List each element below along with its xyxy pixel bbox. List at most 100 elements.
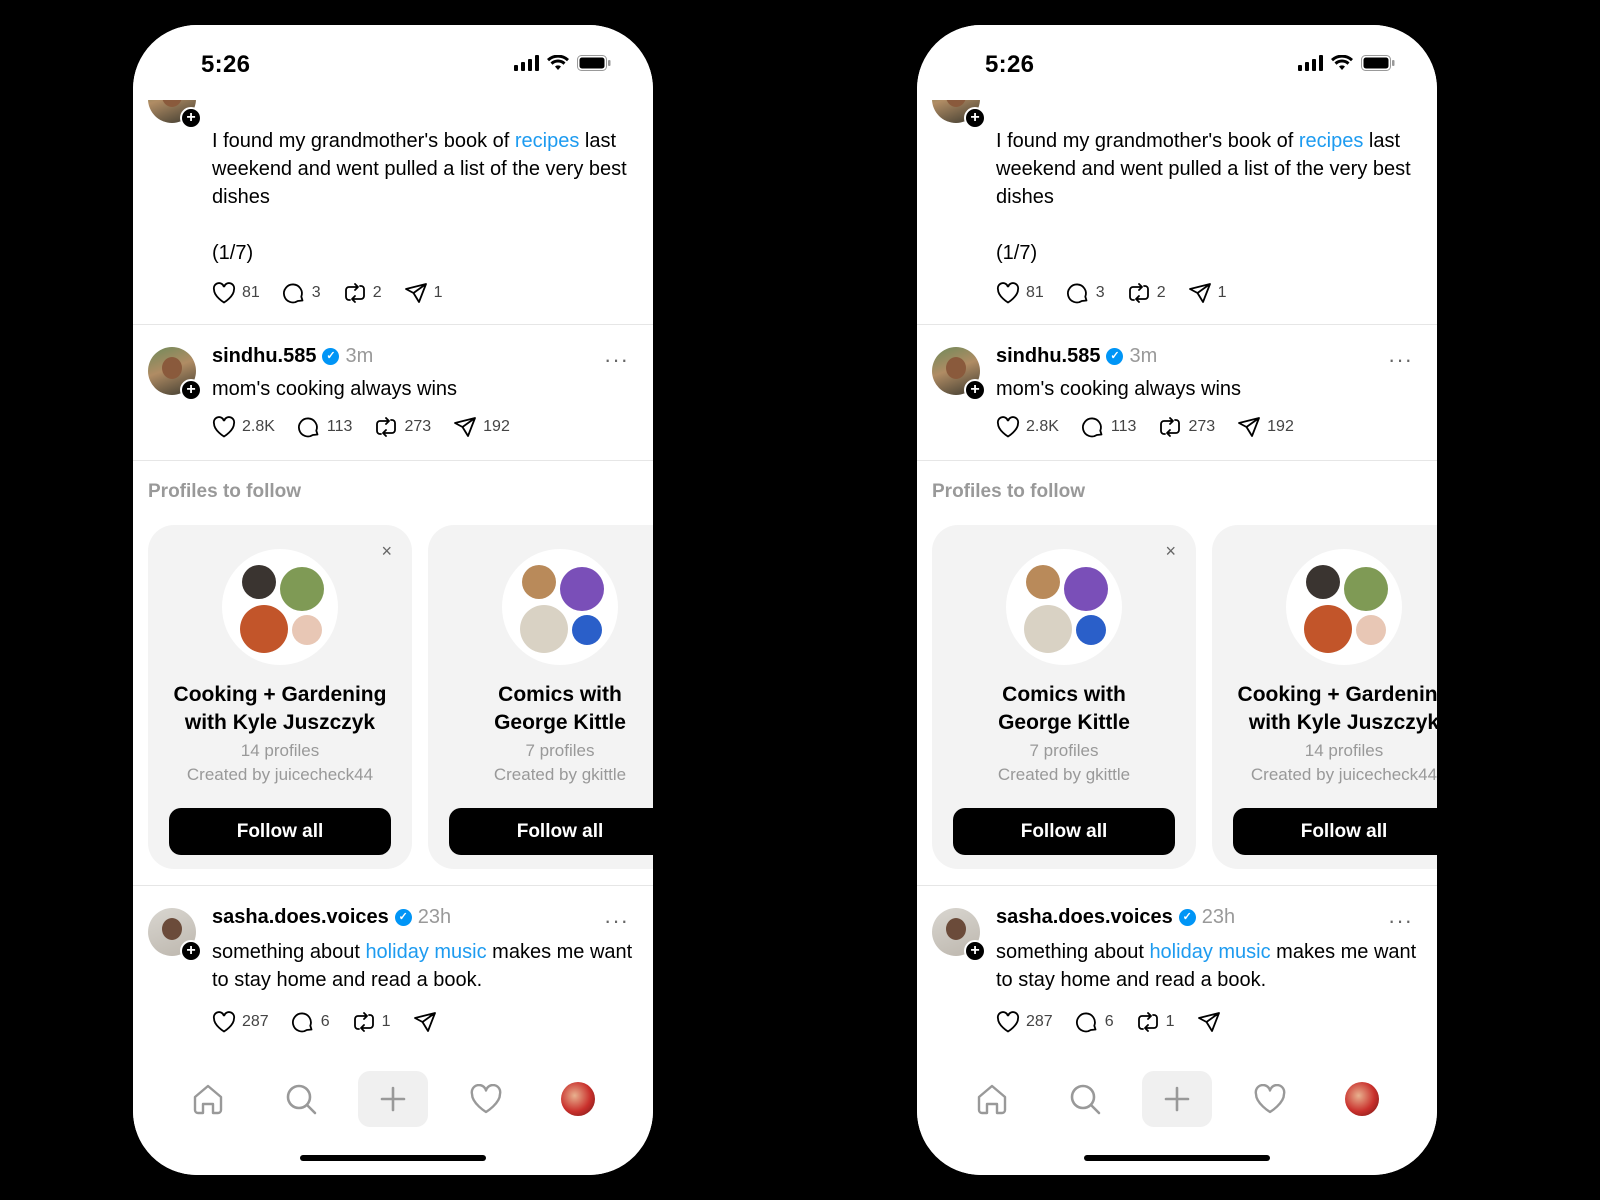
reply-button[interactable]: 3: [282, 281, 321, 305]
share-button[interactable]: 192: [1237, 415, 1294, 439]
share-button[interactable]: [1197, 1010, 1221, 1034]
wifi-icon: [1331, 55, 1353, 71]
username[interactable]: sasha.does.voices: [212, 906, 389, 929]
thread-post[interactable]: + sindhu.585 ✓ 3m ··· mom's cooking alwa…: [917, 325, 1437, 461]
post-actions: 287 6 1: [996, 1010, 1243, 1034]
topic-link[interactable]: holiday music: [365, 941, 486, 963]
profile-pack-card-comics[interactable]: Comics with George Kittle 7 profiles Crea…: [428, 525, 653, 869]
home-indicator[interactable]: [1084, 1155, 1270, 1161]
more-options-icon[interactable]: ···: [604, 908, 629, 934]
follow-all-button[interactable]: Follow all: [1233, 808, 1437, 855]
reply-button[interactable]: 6: [1075, 1010, 1114, 1034]
reply-button[interactable]: 113: [297, 415, 352, 439]
username[interactable]: sindhu.585: [212, 345, 316, 368]
repost-button[interactable]: 273: [1158, 415, 1215, 439]
home-indicator[interactable]: [300, 1155, 486, 1161]
tab-home[interactable]: [957, 1071, 1027, 1127]
follow-plus-icon[interactable]: +: [180, 379, 202, 401]
topic-link[interactable]: recipes: [1299, 130, 1363, 152]
follow-plus-icon[interactable]: +: [964, 940, 986, 962]
share-button[interactable]: 1: [1188, 281, 1227, 305]
reply-icon: [1081, 417, 1103, 438]
feed[interactable]: + I found my grandmother's book of recip…: [917, 75, 1437, 1054]
repost-button[interactable]: 273: [374, 415, 431, 439]
like-button[interactable]: 81: [212, 282, 260, 304]
tab-activity[interactable]: [451, 1071, 521, 1127]
thread-post[interactable]: + sindhu.585 ✓ 3m ··· mom's cooking alwa…: [133, 325, 653, 461]
topic-link[interactable]: holiday music: [1149, 941, 1270, 963]
tab-activity[interactable]: [1235, 1071, 1305, 1127]
card-title-line: Cooking + Gardening: [173, 683, 387, 706]
repost-button[interactable]: 1: [1136, 1010, 1175, 1034]
battery-icon: [577, 55, 611, 71]
feed[interactable]: + I found my grandmother's book of recip…: [133, 75, 653, 1054]
topic-link[interactable]: recipes: [515, 130, 579, 152]
verified-badge-icon: ✓: [1106, 348, 1124, 365]
more-options-icon[interactable]: ···: [1388, 908, 1413, 934]
follow-plus-icon[interactable]: +: [964, 107, 986, 129]
like-button[interactable]: 287: [212, 1011, 269, 1033]
follow-plus-icon[interactable]: +: [964, 379, 986, 401]
creator-label: Created by gkittle: [997, 765, 1131, 784]
profile-pack-card-comics[interactable]: × Comics with George Kittle 7 profiles Cr…: [932, 525, 1196, 869]
tab-profile[interactable]: [1327, 1071, 1397, 1127]
avatar[interactable]: +: [148, 908, 202, 962]
tab-search[interactable]: [1050, 1071, 1120, 1127]
reply-button[interactable]: 113: [1081, 415, 1136, 439]
close-icon[interactable]: ×: [1165, 541, 1176, 562]
tab-new-post[interactable]: [358, 1071, 428, 1127]
tab-bar: [133, 1045, 653, 1175]
share-button[interactable]: 192: [453, 415, 510, 439]
avatar[interactable]: +: [932, 908, 986, 962]
thread-post[interactable]: + sasha.does.voices ✓ 23h ··· something …: [917, 886, 1437, 1054]
more-options-icon[interactable]: ···: [1388, 347, 1413, 373]
wifi-icon: [547, 55, 569, 71]
like-count: 287: [1026, 1013, 1053, 1030]
post-actions: 287 6 1: [212, 1010, 459, 1034]
follow-all-button[interactable]: Follow all: [953, 808, 1175, 855]
post-text: mom's cooking always wins: [212, 378, 458, 400]
reply-icon: [291, 1012, 313, 1033]
tab-search[interactable]: [266, 1071, 336, 1127]
like-button[interactable]: 287: [996, 1011, 1053, 1033]
reply-button[interactable]: 3: [1066, 281, 1105, 305]
reply-count: 6: [1104, 1013, 1114, 1030]
tab-home[interactable]: [173, 1071, 243, 1127]
tab-new-post[interactable]: [1142, 1071, 1212, 1127]
thread-post[interactable]: + sasha.does.voices ✓ 23h ··· something …: [133, 886, 653, 1054]
profile-pack-card-cooking[interactable]: × Cooking + Gardening with Kyle Juszczyk …: [148, 525, 412, 869]
profile-cluster: [1286, 549, 1402, 665]
repost-button[interactable]: 2: [343, 281, 382, 305]
status-bar: 5:26: [917, 25, 1437, 100]
post-text: I found my grandmother's book of recipes…: [996, 127, 1423, 267]
tab-profile[interactable]: [543, 1071, 613, 1127]
more-options-icon[interactable]: ···: [604, 347, 629, 373]
reply-button[interactable]: 6: [291, 1010, 330, 1034]
heart-icon: [212, 416, 236, 438]
like-button[interactable]: 2.8K: [212, 416, 275, 438]
like-button[interactable]: 81: [996, 282, 1044, 304]
like-button[interactable]: 2.8K: [996, 416, 1059, 438]
share-button[interactable]: 1: [404, 281, 443, 305]
share-icon: [1188, 283, 1211, 303]
thread-post[interactable]: + I found my grandmother's book of recip…: [133, 75, 653, 325]
status-bar: 5:26: [133, 25, 653, 100]
follow-plus-icon[interactable]: +: [180, 940, 202, 962]
profile-pack-card-cooking[interactable]: Cooking + Gardening with Kyle Juszczyk 14…: [1212, 525, 1437, 869]
thread-post[interactable]: + I found my grandmother's book of recip…: [917, 75, 1437, 325]
avatar[interactable]: +: [932, 347, 986, 401]
repost-button[interactable]: 2: [1127, 281, 1166, 305]
share-button[interactable]: [413, 1010, 437, 1034]
activity-heart-icon: [1254, 1084, 1286, 1114]
follow-plus-icon[interactable]: +: [180, 107, 202, 129]
card-title: Cooking + Gardening with Kyle Juszczyk: [1212, 681, 1437, 737]
repost-button[interactable]: 1: [352, 1010, 391, 1034]
post-text-part: something about: [212, 941, 366, 963]
close-icon[interactable]: ×: [381, 541, 392, 562]
profile-count: 7 profiles: [1029, 741, 1099, 760]
follow-all-button[interactable]: Follow all: [449, 808, 653, 855]
username[interactable]: sindhu.585: [996, 345, 1100, 368]
follow-all-button[interactable]: Follow all: [169, 808, 391, 855]
avatar[interactable]: +: [148, 347, 202, 401]
username[interactable]: sasha.does.voices: [996, 906, 1173, 929]
